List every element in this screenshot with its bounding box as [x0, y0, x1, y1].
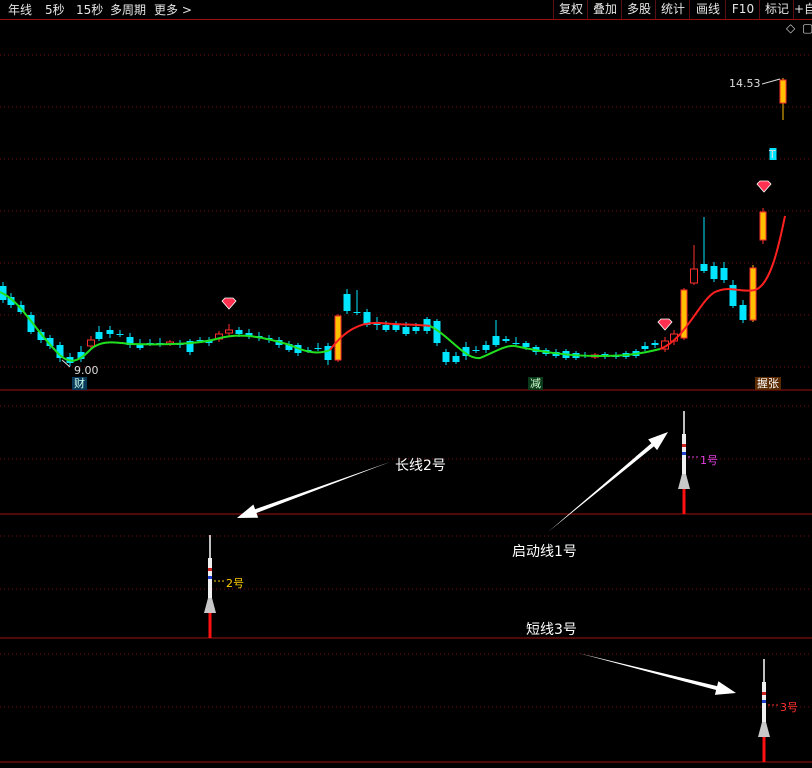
annotation-arrow: [578, 653, 736, 695]
diamond-icon: [221, 297, 237, 310]
candle-body: [651, 343, 659, 345]
rocket-flame: [682, 489, 686, 514]
rocket-stripe: [762, 692, 766, 695]
diamond-icon: [657, 318, 673, 331]
candle-body: [749, 267, 757, 321]
high-pointer-line: [761, 78, 781, 85]
window-icon[interactable]: ▢: [802, 21, 812, 35]
rocket-stripe: [762, 700, 766, 703]
annotation-line3: 短线3号: [526, 622, 577, 638]
kline-chart[interactable]: T: [0, 0, 812, 768]
price-low-label: 9.00: [74, 364, 99, 377]
rocket-stripe: [682, 452, 686, 455]
rocket-body: [682, 434, 686, 479]
candle-body: [512, 343, 520, 344]
rocket-flame: [762, 737, 766, 762]
candle-body: [690, 268, 698, 284]
price-high-label: 14.53: [729, 77, 761, 90]
annotation-line2: 长线2号: [395, 458, 446, 474]
t-marker-icon: T: [768, 148, 776, 161]
candle-body: [235, 330, 243, 334]
candle-body: [452, 356, 460, 362]
annotation-arrows: [237, 432, 736, 695]
candle-body: [392, 325, 400, 330]
rocket-body: [208, 558, 212, 603]
annotation-line1: 启动线1号: [512, 544, 577, 560]
candle-body: [710, 266, 718, 279]
signal-cai-badge: 财: [72, 377, 87, 390]
signal-jian-badge: 减: [528, 377, 543, 390]
rocket-signals: [204, 411, 779, 762]
rocket-2-label: 2号: [226, 577, 244, 590]
candle-body: [492, 336, 500, 345]
ma-segment: [329, 321, 431, 351]
candle-body: [482, 345, 490, 350]
candle-body: [343, 294, 351, 311]
rocket-3-label: 3号: [780, 701, 798, 714]
chart-markers: T: [61, 78, 781, 368]
candle-body: [779, 79, 787, 104]
candle-body: [739, 305, 747, 320]
candle-body: [106, 330, 114, 334]
rocket-fins: [204, 598, 216, 613]
grid-lines: [0, 54, 812, 763]
candle-body: [412, 327, 420, 331]
candle-body: [116, 334, 124, 335]
diamond-icon[interactable]: ◇: [786, 21, 795, 35]
annotation-arrow: [237, 462, 390, 518]
rocket-stripe: [682, 444, 686, 447]
annotation-arrow: [548, 432, 668, 532]
rocket-body: [762, 682, 766, 727]
candle-body: [314, 348, 322, 349]
candle-body: [353, 312, 361, 313]
candle-body: [502, 339, 510, 341]
moving-average-line: [0, 215, 786, 362]
rocket-fins: [678, 474, 690, 489]
candle-body: [402, 327, 410, 334]
rocket-fins: [758, 722, 770, 737]
candle-body: [442, 352, 450, 362]
candle-body: [720, 268, 728, 280]
signal-zhang-badge: 握张: [755, 377, 781, 390]
candle-body: [641, 346, 649, 349]
candle-body: [522, 343, 530, 347]
rocket-flame: [208, 613, 212, 638]
diamond-icon: [756, 180, 772, 193]
rocket-1-label: 1号: [700, 454, 718, 467]
rocket-stripe: [208, 576, 212, 579]
candle-body: [225, 329, 233, 334]
candle-body: [382, 325, 390, 330]
candle-body: [95, 332, 103, 339]
candle-body: [472, 350, 480, 351]
candle-body: [759, 211, 767, 241]
candle-body: [87, 339, 95, 347]
candle-body: [700, 264, 708, 271]
rocket-stripe: [208, 568, 212, 571]
